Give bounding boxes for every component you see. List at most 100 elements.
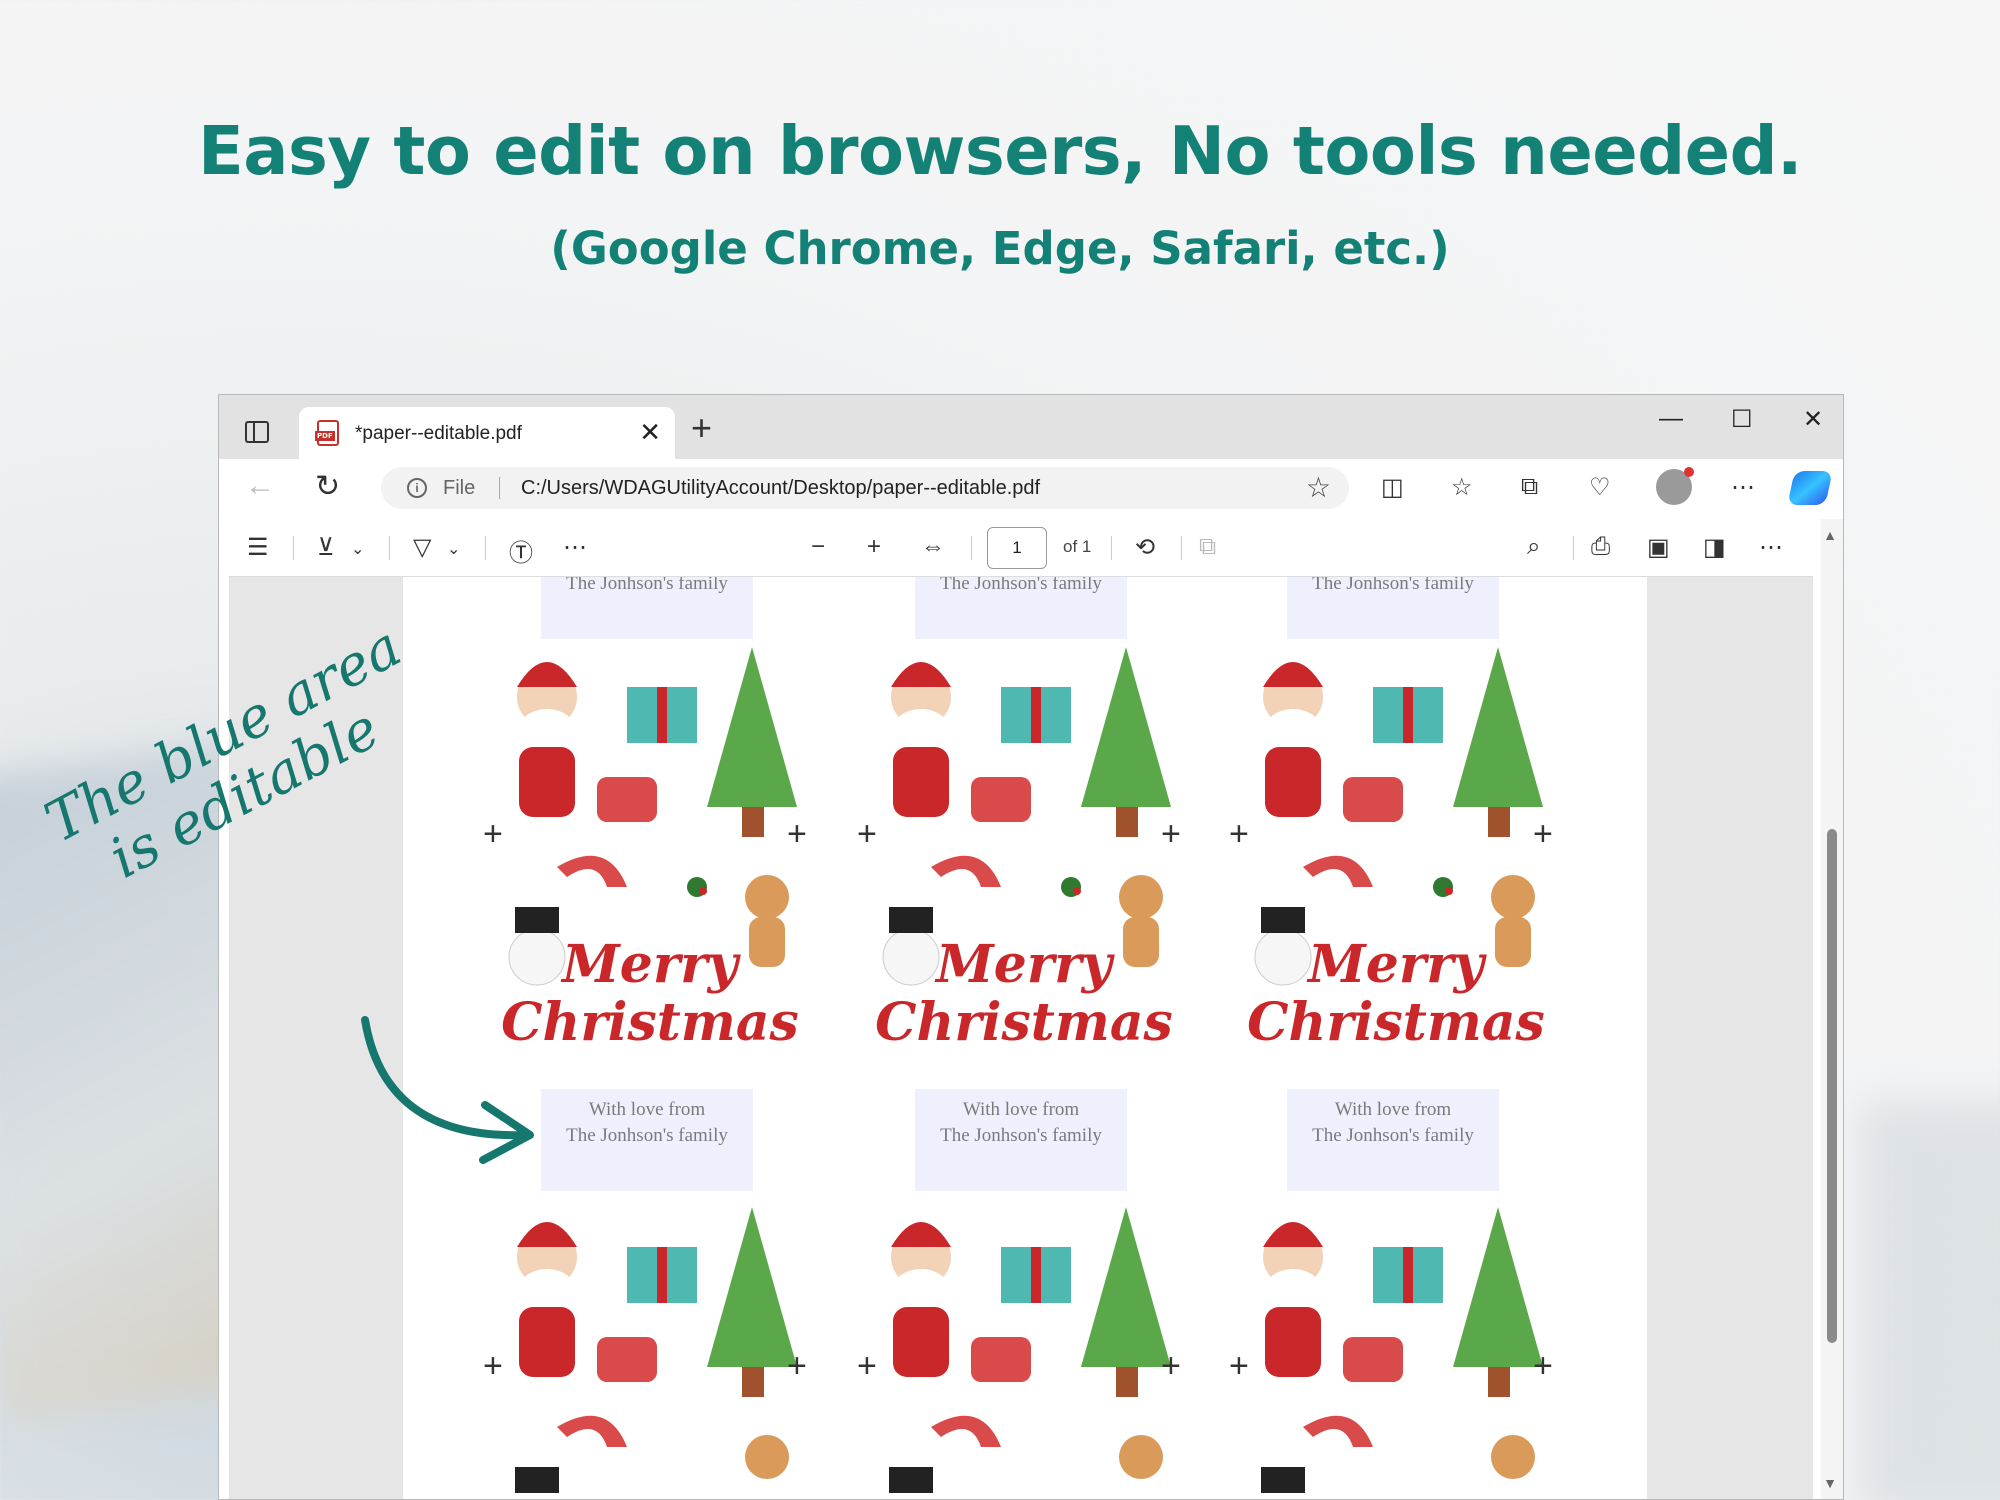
toolbar-separator (1573, 536, 1574, 560)
refresh-icon[interactable]: ↻ (315, 469, 340, 504)
santa-tree-gift-illustration (1261, 647, 1543, 837)
contents-icon[interactable]: ☰ (247, 533, 269, 562)
zoom-out-icon[interactable]: − (811, 533, 825, 561)
new-tab-button[interactable]: + (691, 407, 712, 449)
scheme-label: File (443, 477, 476, 499)
annotation-arrow (361, 1016, 534, 1164)
chevron-down-icon[interactable]: ⌄ (447, 539, 460, 559)
save-icon[interactable]: ▣ (1647, 533, 1670, 562)
tab-bar: PDF *paper--editable.pdf ✕ + — ☐ ✕ (219, 395, 1843, 459)
subheadline: (Google Chrome, Edge, Safari, etc.) (550, 222, 1450, 275)
card-text-line1: With love from (1334, 1099, 1452, 1120)
favorite-star-icon[interactable]: ☆ (1306, 471, 1331, 504)
zoom-in-icon[interactable]: + (867, 533, 881, 561)
tab-close-icon[interactable]: ✕ (639, 417, 661, 448)
candy-snowman-gingerbread-illustration (515, 1415, 789, 1493)
browser-essentials-icon[interactable]: ♡ (1589, 473, 1611, 502)
toolbar-separator (293, 536, 294, 560)
scroll-down-icon[interactable]: ▼ (1823, 1475, 1837, 1491)
page-number-input[interactable]: 1 (987, 527, 1047, 569)
omnibox-separator (499, 477, 500, 499)
editable-text-field[interactable]: With love from The Jonhson's family (541, 1089, 753, 1191)
text-icon[interactable]: Ⓣ (509, 533, 533, 568)
rotate-icon[interactable]: ⟲ (1135, 533, 1155, 562)
card-column: With love from The Jonhson's family Me (1243, 577, 1549, 1499)
editable-text-field[interactable]: With love from The Jonhson's family (1287, 577, 1499, 639)
fit-width-icon[interactable]: ⇔ (921, 533, 945, 561)
crop-mark: + (1229, 1347, 1249, 1385)
toolbar-separator (971, 536, 972, 560)
back-icon[interactable]: ← (245, 469, 275, 503)
card-text-line2: The Jonhson's family (940, 1125, 1102, 1146)
card-text-line2: The Jonhson's family (940, 577, 1102, 594)
card-text-line1: With love from (588, 1099, 706, 1120)
card-text-line2: The Jonhson's family (1312, 577, 1474, 594)
scrollbar-thumb[interactable] (1827, 829, 1837, 1343)
print-icon[interactable]: ⎙ (1591, 533, 1610, 561)
browser-window: PDF *paper--editable.pdf ✕ + — ☐ ✕ ← ↻ i… (218, 394, 1844, 1500)
crop-mark: + (483, 1347, 503, 1385)
minimize-button[interactable]: — (1659, 405, 1683, 433)
page-view-icon[interactable]: ⧉ (1199, 533, 1216, 561)
crop-mark: + (787, 1347, 807, 1385)
more-tools-icon[interactable]: ⋯ (563, 533, 587, 562)
headline: Easy to edit on browsers, No tools neede… (197, 112, 1803, 190)
tab-active[interactable]: PDF *paper--editable.pdf ✕ (299, 407, 675, 459)
collections-icon[interactable]: ⧉ (1521, 473, 1538, 501)
pdf-page: With love from The Jonhson's family Me (403, 577, 1647, 1499)
save-as-icon[interactable]: ◨ (1703, 533, 1726, 562)
page-total: of 1 (1063, 537, 1092, 556)
favorites-icon[interactable]: ☆ (1451, 473, 1473, 502)
more-icon[interactable]: ⋯ (1731, 473, 1755, 502)
profile-avatar[interactable] (1656, 467, 1694, 505)
close-window-button[interactable]: ✕ (1803, 405, 1823, 434)
maximize-button[interactable]: ☐ (1731, 405, 1753, 434)
card-column: With love from The Jonhson's family Me (871, 577, 1177, 1499)
crop-mark: + (857, 1347, 877, 1385)
background-blur-right (1860, 1100, 2000, 1500)
toolbar-separator (389, 536, 390, 560)
chevron-down-icon[interactable]: ⌄ (351, 539, 364, 559)
santa-tree-gift-illustration (1261, 1207, 1543, 1397)
more-icon[interactable]: ⋯ (1759, 533, 1783, 562)
scroll-up-icon[interactable]: ▲ (1823, 527, 1837, 543)
toolbar-separator (485, 536, 486, 560)
search-icon[interactable]: ⌕ (1527, 533, 1540, 561)
crop-mark: + (1161, 1347, 1181, 1385)
split-screen-icon[interactable]: ◫ (1381, 473, 1404, 502)
greeting-merry: Merry (562, 934, 738, 995)
crop-mark: + (1533, 1347, 1553, 1385)
editable-text-field[interactable]: With love from The Jonhson's family (915, 1089, 1127, 1191)
editable-text-field[interactable]: With love from The Jonhson's family (1287, 1089, 1499, 1191)
sidebar-icon[interactable] (245, 421, 269, 443)
editable-text-field[interactable]: With love from The Jonhson's family (541, 577, 753, 639)
address-bar-row: ← ↻ i File C:/Users/WDAGUtilityAccount/D… (219, 459, 1843, 515)
scrollbar[interactable] (1821, 519, 1843, 1499)
greeting-christmas: Christmas (1247, 992, 1545, 1053)
greeting-christmas: Christmas (875, 992, 1173, 1053)
pdf-toolbar: ☰ ⊻ ⌄ ▽ ⌄ Ⓣ ⋯ − + ⇔ 1 of 1 ⟲ ⧉ ⌕ ⎙ ▣ ◨ ⋯ (229, 519, 1813, 577)
copilot-icon[interactable] (1787, 471, 1833, 505)
crop-mark: + (483, 815, 503, 853)
draw-icon[interactable]: ▽ (413, 533, 431, 562)
address-bar[interactable]: i File C:/Users/WDAGUtilityAccount/Deskt… (381, 467, 1349, 509)
toolbar-separator (1111, 536, 1112, 560)
santa-tree-gift-illustration (889, 1207, 1171, 1397)
highlight-icon[interactable]: ⊻ (317, 533, 335, 562)
tab-title: *paper--editable.pdf (355, 423, 522, 444)
crop-mark: + (1229, 815, 1249, 853)
info-icon[interactable]: i (407, 478, 427, 498)
card-text-line2: The Jonhson's family (566, 1125, 728, 1146)
card-text-line2: The Jonhson's family (1312, 1125, 1474, 1146)
url-text[interactable]: C:/Users/WDAGUtilityAccount/Desktop/pape… (521, 477, 1040, 500)
crop-mark: + (787, 815, 807, 853)
candy-snowman-gingerbread-illustration (889, 1415, 1163, 1493)
greeting-merry: Merry (1308, 934, 1484, 995)
toolbar-separator (1181, 536, 1182, 560)
editable-text-field[interactable]: With love from The Jonhson's family (915, 577, 1127, 639)
pdf-icon: PDF (315, 420, 339, 446)
santa-tree-gift-illustration (515, 647, 797, 837)
card-text-line1: With love from (962, 1099, 1080, 1120)
santa-tree-gift-illustration (889, 647, 1171, 837)
santa-tree-gift-illustration (515, 1207, 797, 1397)
